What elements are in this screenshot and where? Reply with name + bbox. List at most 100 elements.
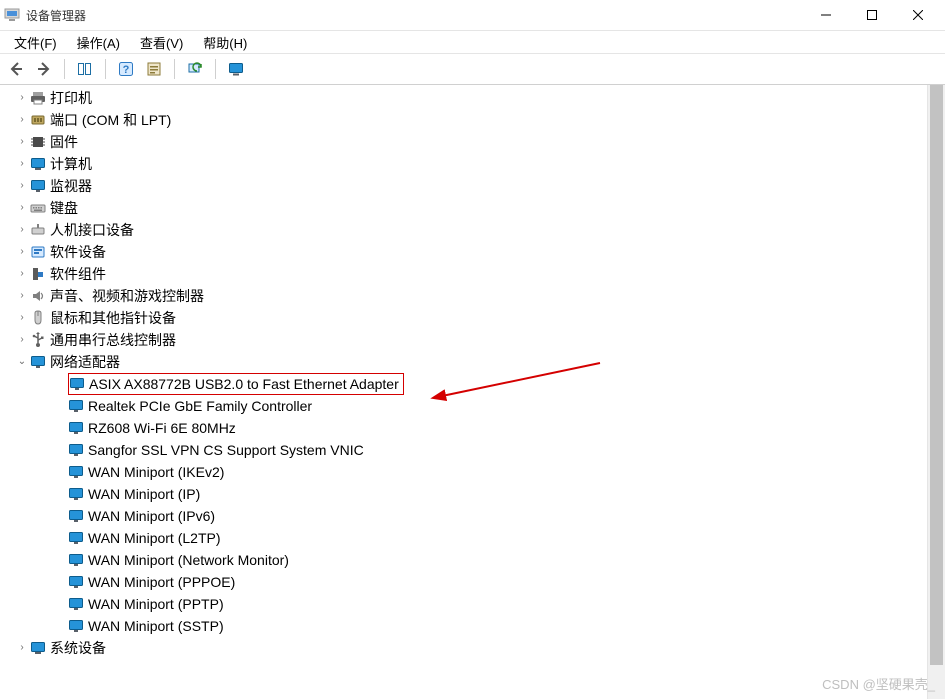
toolbar-properties-button[interactable]	[142, 57, 166, 81]
expand-toggle-icon[interactable]: ›	[14, 288, 30, 304]
device-row[interactable]: WAN Miniport (L2TP)	[2, 527, 927, 549]
expand-toggle-icon[interactable]: ›	[14, 640, 30, 656]
expand-toggle-icon[interactable]: ›	[14, 266, 30, 282]
expand-toggle-icon[interactable]: ›	[14, 134, 30, 150]
toolbar-monitor-button[interactable]	[224, 57, 248, 81]
expand-toggle-icon[interactable]: ›	[14, 332, 30, 348]
mouse-icon	[30, 310, 46, 326]
category-row[interactable]: › 固件	[2, 131, 927, 153]
expand-toggle-icon[interactable]: ›	[14, 244, 30, 260]
menu-action[interactable]: 操作(A)	[67, 31, 130, 54]
app-icon	[4, 7, 20, 23]
device-row[interactable]: Sangfor SSL VPN CS Support System VNIC	[2, 439, 927, 461]
menu-bar: 文件(F) 操作(A) 查看(V) 帮助(H)	[0, 31, 945, 54]
category-row[interactable]: › 监视器	[2, 175, 927, 197]
sound-icon	[30, 288, 46, 304]
network-adapter-icon	[68, 442, 84, 458]
toolbar-separator	[215, 59, 216, 79]
expand-toggle-icon[interactable]: ›	[14, 310, 30, 326]
vertical-scrollbar[interactable]	[927, 85, 945, 699]
expand-toggle-icon[interactable]: ›	[14, 156, 30, 172]
device-label: WAN Miniport (IKEv2)	[88, 461, 224, 483]
toolbar-help-button[interactable]: ?	[114, 57, 138, 81]
device-label: RZ608 Wi-Fi 6E 80MHz	[88, 417, 236, 439]
monitor-icon	[30, 178, 46, 194]
device-row[interactable]: ASIX AX88772B USB2.0 to Fast Ethernet Ad…	[2, 373, 927, 395]
menu-view[interactable]: 查看(V)	[130, 31, 193, 54]
category-label: 鼠标和其他指针设备	[50, 307, 176, 329]
network-adapter-icon	[68, 552, 84, 568]
expand-toggle-icon[interactable]: ›	[14, 112, 30, 128]
toolbar: ?	[0, 54, 945, 85]
software-icon	[30, 244, 46, 260]
device-row[interactable]: WAN Miniport (PPPOE)	[2, 571, 927, 593]
category-label: 监视器	[50, 175, 92, 197]
client-area: ›打印机›端口 (COM 和 LPT)›固件›计算机›监视器›键盘›人机接口设备…	[0, 85, 945, 699]
device-row[interactable]: RZ608 Wi-Fi 6E 80MHz	[2, 417, 927, 439]
annotation-highlight: ASIX AX88772B USB2.0 to Fast Ethernet Ad…	[68, 373, 404, 395]
minimize-button[interactable]	[803, 0, 849, 30]
category-row[interactable]: ›软件组件	[2, 263, 927, 285]
device-row[interactable]: WAN Miniport (IP)	[2, 483, 927, 505]
menu-help[interactable]: 帮助(H)	[193, 31, 257, 54]
category-row[interactable]: › 系统设备	[2, 637, 927, 659]
toolbar-back-button[interactable]	[4, 57, 28, 81]
toolbar-scan-button[interactable]	[183, 57, 207, 81]
device-label: WAN Miniport (PPTP)	[88, 593, 224, 615]
scrollbar-thumb[interactable]	[930, 85, 943, 665]
firmware-icon	[30, 134, 46, 150]
port-icon	[30, 112, 46, 128]
category-label: 系统设备	[50, 637, 106, 659]
maximize-button[interactable]	[849, 0, 895, 30]
device-row[interactable]: WAN Miniport (Network Monitor)	[2, 549, 927, 571]
category-row[interactable]: › 端口 (COM 和 LPT)	[2, 109, 927, 131]
window-controls	[803, 0, 941, 30]
network-adapter-icon	[69, 376, 85, 392]
toolbar-details-button[interactable]	[73, 57, 97, 81]
keyboard-icon	[30, 200, 46, 216]
category-row[interactable]: ›计算机	[2, 153, 927, 175]
network-icon	[30, 354, 46, 370]
device-label: WAN Miniport (SSTP)	[88, 615, 224, 637]
device-row[interactable]: WAN Miniport (PPTP)	[2, 593, 927, 615]
network-adapter-icon	[68, 618, 84, 634]
hid-icon	[30, 222, 46, 238]
device-label: Sangfor SSL VPN CS Support System VNIC	[88, 439, 364, 461]
toolbar-forward-button[interactable]	[32, 57, 56, 81]
expand-toggle-icon[interactable]: ›	[14, 200, 30, 216]
usb-icon	[30, 332, 46, 348]
svg-text:?: ?	[123, 64, 130, 76]
device-row[interactable]: Realtek PCIe GbE Family Controller	[2, 395, 927, 417]
device-label: WAN Miniport (PPPOE)	[88, 571, 235, 593]
device-row[interactable]: WAN Miniport (SSTP)	[2, 615, 927, 637]
category-label: 通用串行总线控制器	[50, 329, 176, 351]
category-row[interactable]: ›打印机	[2, 87, 927, 109]
device-label: WAN Miniport (IPv6)	[88, 505, 215, 527]
close-button[interactable]	[895, 0, 941, 30]
device-label: WAN Miniport (IP)	[88, 483, 200, 505]
category-label: 端口 (COM 和 LPT)	[50, 109, 171, 131]
expand-toggle-icon[interactable]: ›	[14, 90, 30, 106]
category-label: 软件设备	[50, 241, 106, 263]
category-row[interactable]: › 鼠标和其他指针设备	[2, 307, 927, 329]
computer-icon	[30, 156, 46, 172]
device-label: WAN Miniport (L2TP)	[88, 527, 221, 549]
category-row[interactable]: › 软件设备	[2, 241, 927, 263]
category-label: 固件	[50, 131, 78, 153]
menu-file[interactable]: 文件(F)	[4, 31, 67, 54]
expand-toggle-icon[interactable]: ›	[14, 222, 30, 238]
device-label: ASIX AX88772B USB2.0 to Fast Ethernet Ad…	[89, 373, 399, 395]
toolbar-separator	[105, 59, 106, 79]
category-row[interactable]: › 键盘	[2, 197, 927, 219]
category-label: 键盘	[50, 197, 78, 219]
device-tree[interactable]: ›打印机›端口 (COM 和 LPT)›固件›计算机›监视器›键盘›人机接口设备…	[0, 85, 927, 699]
toolbar-separator	[174, 59, 175, 79]
category-row[interactable]: › 通用串行总线控制器	[2, 329, 927, 351]
category-row[interactable]: ⌄网络适配器	[2, 351, 927, 373]
collapse-toggle-icon[interactable]: ⌄	[14, 354, 30, 370]
expand-toggle-icon[interactable]: ›	[14, 178, 30, 194]
category-row[interactable]: ›人机接口设备	[2, 219, 927, 241]
device-row[interactable]: WAN Miniport (IKEv2)	[2, 461, 927, 483]
device-row[interactable]: WAN Miniport (IPv6)	[2, 505, 927, 527]
category-row[interactable]: ›声音、视频和游戏控制器	[2, 285, 927, 307]
